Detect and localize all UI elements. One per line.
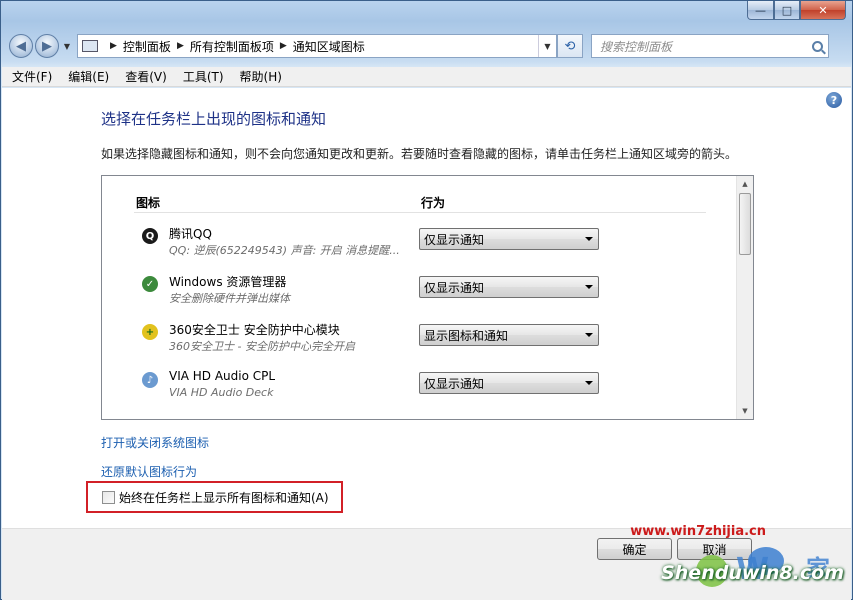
- search-input[interactable]: 搜索控制面板: [591, 34, 829, 58]
- list-item-explorer: ✓ Windows 资源管理器 安全删除硬件并弹出媒体 仅显示通知: [134, 273, 706, 321]
- content-area: ? 选择在任务栏上出现的图标和通知 如果选择隐藏图标和通知，则不会向您通知更改和…: [2, 88, 851, 528]
- behavior-value: 仅显示通知: [424, 280, 485, 295]
- address-dropdown-icon[interactable]: ▼: [538, 35, 556, 57]
- menu-bar: 文件(F) 编辑(E) 查看(V) 工具(T) 帮助(H): [2, 67, 851, 87]
- scroll-thumb[interactable]: [739, 193, 751, 255]
- list-item-360: + 360安全卫士 安全防护中心模块 360安全卫士 - 安全防护中心完全开启 …: [134, 321, 706, 369]
- app-description: QQ: 逆辰(652249543) 声音: 开启 消息提醒...: [169, 244, 400, 257]
- app-name: VIA HD Audio CPL: [169, 369, 276, 383]
- app-description: VIA HD Audio Deck: [169, 386, 274, 399]
- behavior-select[interactable]: 显示图标和通知: [419, 324, 599, 346]
- qq-penguin-icon: Q: [142, 228, 158, 244]
- audio-icon: ♪: [142, 372, 158, 388]
- page-title: 选择在任务栏上出现的图标和通知: [101, 110, 327, 128]
- menu-help[interactable]: 帮助(H): [240, 68, 282, 85]
- breadcrumb-separator-icon[interactable]: ▶: [177, 41, 184, 51]
- always-show-all-icons-option[interactable]: 始终在任务栏上显示所有图标和通知(A): [86, 481, 343, 513]
- breadcrumb-control-panel[interactable]: 控制面板: [123, 38, 171, 55]
- help-icon[interactable]: ?: [826, 92, 842, 108]
- chevron-down-icon: [585, 285, 593, 289]
- vertical-scrollbar[interactable]: ▲ ▼: [736, 176, 753, 419]
- checkbox-label[interactable]: 始终在任务栏上显示所有图标和通知(A): [119, 489, 329, 506]
- ok-button[interactable]: 确定: [597, 538, 672, 560]
- breadcrumb-separator-icon[interactable]: ▶: [110, 41, 117, 51]
- app-name: 腾讯QQ: [169, 227, 212, 241]
- page-description: 如果选择隐藏图标和通知，则不会向您通知更改和更新。若要随时查看隐藏的图标，请单击…: [101, 147, 738, 161]
- header-divider: [134, 212, 706, 213]
- always-show-checkbox[interactable]: [102, 490, 115, 504]
- menu-file[interactable]: 文件(F): [12, 68, 52, 85]
- menu-edit[interactable]: 编辑(E): [68, 68, 109, 85]
- navigation-bar: ◀ ▶ ▼ ▶ 控制面板 ▶ 所有控制面板项 ▶ 通知区域图标 ▼ ⟲ 搜索控制…: [9, 33, 844, 59]
- menu-tools[interactable]: 工具(T): [183, 68, 224, 85]
- close-button[interactable]: ✕: [800, 1, 846, 20]
- behavior-select[interactable]: 仅显示通知: [419, 276, 599, 298]
- search-icon[interactable]: [812, 40, 823, 52]
- caption-buttons: — □ ✕: [747, 1, 846, 21]
- column-header-icon: 图标: [136, 196, 161, 210]
- breadcrumb-notification-icons[interactable]: 通知区域图标: [293, 38, 365, 55]
- behavior-value: 显示图标和通知: [424, 328, 509, 343]
- menu-view[interactable]: 查看(V): [125, 68, 167, 85]
- forward-arrow-icon: ▶: [42, 38, 52, 54]
- search-placeholder: 搜索控制面板: [600, 39, 673, 54]
- behavior-select[interactable]: 仅显示通知: [419, 228, 599, 250]
- control-panel-icon: [82, 40, 98, 52]
- back-button[interactable]: ◀: [9, 34, 33, 58]
- refresh-button[interactable]: ⟲: [557, 34, 583, 58]
- recent-pages-dropdown[interactable]: ▼: [61, 42, 73, 51]
- maximize-button[interactable]: □: [774, 1, 800, 20]
- scroll-up-icon[interactable]: ▲: [737, 176, 753, 192]
- forward-button[interactable]: ▶: [35, 34, 59, 58]
- usb-safe-remove-icon: ✓: [142, 276, 158, 292]
- app-description: 360安全卫士 - 安全防护中心完全开启: [169, 340, 355, 353]
- watermark-site: Shenduwin8.com: [661, 562, 844, 584]
- app-name: Windows 资源管理器: [169, 275, 287, 289]
- chevron-down-icon: [585, 381, 593, 385]
- app-description: 安全删除硬件并弹出媒体: [169, 292, 290, 305]
- address-bar[interactable]: ▶ 控制面板 ▶ 所有控制面板项 ▶ 通知区域图标 ▼: [77, 34, 557, 58]
- behavior-value: 仅显示通知: [424, 376, 485, 391]
- notification-icons-list: 图标 行为 Q 腾讯QQ QQ: 逆辰(652249543) 声音: 开启 消息…: [101, 175, 754, 420]
- breadcrumb-separator-icon[interactable]: ▶: [280, 41, 287, 51]
- chevron-down-icon: [585, 237, 593, 241]
- list-item-via-audio: ♪ VIA HD Audio CPL VIA HD Audio Deck 仅显示…: [134, 369, 706, 417]
- back-arrow-icon: ◀: [16, 38, 26, 54]
- minimize-button[interactable]: —: [747, 1, 774, 20]
- link-system-icons[interactable]: 打开或关闭系统图标: [101, 434, 209, 451]
- behavior-select[interactable]: 仅显示通知: [419, 372, 599, 394]
- chevron-down-icon: [585, 333, 593, 337]
- breadcrumb-all-items[interactable]: 所有控制面板项: [190, 38, 274, 55]
- behavior-value: 仅显示通知: [424, 232, 485, 247]
- control-panel-window: — □ ✕ ◀ ▶ ▼ ▶ 控制面板 ▶ 所有控制面板项 ▶ 通知区域图标 ▼ …: [0, 0, 853, 600]
- refresh-icon: ⟲: [564, 38, 576, 54]
- column-header-behavior: 行为: [421, 196, 446, 210]
- scroll-down-icon[interactable]: ▼: [737, 403, 753, 419]
- app-name: 360安全卫士 安全防护中心模块: [169, 323, 340, 337]
- watermark-url: www.win7zhijia.cn: [630, 524, 766, 539]
- list-item-qq: Q 腾讯QQ QQ: 逆辰(652249543) 声音: 开启 消息提醒... …: [134, 225, 706, 273]
- link-restore-defaults[interactable]: 还原默认图标行为: [101, 463, 197, 480]
- 360-shield-icon: +: [142, 324, 158, 340]
